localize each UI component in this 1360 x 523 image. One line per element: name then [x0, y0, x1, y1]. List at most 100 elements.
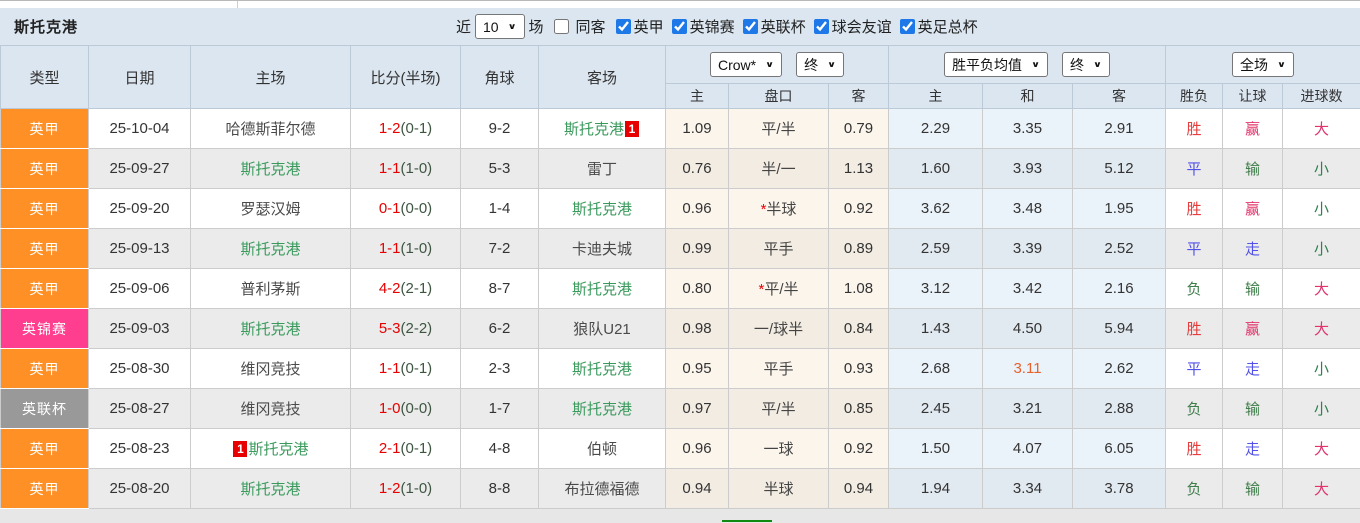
avg-type-select[interactable]: 胜平负均值 ∨: [944, 52, 1048, 77]
team-name[interactable]: 狼队U21: [573, 321, 631, 338]
same-away-label[interactable]: 同客: [576, 16, 606, 37]
team-name[interactable]: 斯托克港: [572, 201, 632, 218]
league-badge: 英甲: [1, 469, 88, 508]
team-name[interactable]: 斯托克港: [240, 241, 300, 258]
away-team-cell: 狼队U21: [538, 308, 666, 349]
table-row: 英联杯 25-08-27 维冈竞技 1-0(0-0) 1-7 斯托克港 0.97 平/半 0.8…: [0, 388, 1360, 429]
sub-header-result: 胜负: [1165, 83, 1223, 109]
odds-away-cell: 0.89: [828, 228, 889, 269]
home-team-cell: 1 斯托克港: [190, 428, 351, 469]
team-name[interactable]: 雷丁: [587, 161, 617, 178]
team-name[interactable]: 斯托克港: [564, 121, 624, 138]
league-filter-item: 英锦赛: [666, 16, 735, 37]
handicap-text: 平/半: [764, 281, 799, 298]
avg-state-select[interactable]: 终 ∨: [1062, 52, 1110, 77]
date-cell: 25-09-20: [88, 188, 191, 229]
avg-home-cell: 2.29: [888, 108, 983, 149]
league-checkbox-label[interactable]: 英甲: [634, 16, 664, 37]
result-cell: 胜: [1165, 108, 1223, 149]
team-name[interactable]: 普利茅斯: [240, 281, 300, 298]
date-cell: 25-08-27: [88, 388, 191, 429]
home-team-cell: 斯托克港: [190, 228, 351, 269]
league-type-cell: 英甲: [0, 148, 89, 189]
odds-away-cell: 1.08: [828, 268, 889, 309]
goals-result-cell: 小: [1281, 348, 1360, 389]
match-count-select[interactable]: 10 ∨: [475, 14, 525, 39]
halftime-score: (0-0): [400, 200, 433, 217]
team-name[interactable]: 维冈竞技: [240, 361, 300, 378]
red-badge-1: 1: [625, 121, 639, 137]
scope-select[interactable]: 全场 ∨: [1232, 52, 1294, 77]
league-badge: 英锦赛: [1, 309, 88, 348]
team-name[interactable]: 伯顿: [587, 441, 617, 458]
halftime-score: (1-0): [400, 160, 433, 177]
league-checkbox-label[interactable]: 英足总杯: [918, 16, 978, 37]
avg-away-cell: 5.12: [1072, 148, 1166, 189]
halftime-score: (0-1): [400, 120, 433, 137]
handicap-text: 平手: [763, 241, 794, 258]
away-team-cell: 雷丁: [538, 148, 666, 189]
away-team-cell: 斯托克港 1: [538, 108, 666, 149]
handicap-text: 平手: [763, 361, 794, 378]
team-name[interactable]: 斯托克港: [240, 481, 300, 498]
team-name[interactable]: 斯托克港: [572, 401, 632, 418]
avg-home-cell: 2.45: [888, 388, 983, 429]
result-cell: 负: [1165, 268, 1223, 309]
team-name[interactable]: 斯托克港: [572, 281, 632, 298]
team-name[interactable]: 斯托克港: [248, 441, 308, 458]
league-checkbox-1[interactable]: [615, 19, 631, 34]
league-checkbox-label[interactable]: 球会友谊: [832, 16, 892, 37]
team-name[interactable]: 斯托克港: [240, 161, 300, 178]
corners-cell: 8-8: [460, 468, 539, 509]
league-checkbox-3[interactable]: [742, 19, 758, 34]
green-underline: [722, 520, 772, 522]
odds-state-select[interactable]: 终 ∨: [796, 52, 844, 77]
league-checkbox-label[interactable]: 英锦赛: [690, 16, 735, 37]
top-strip-divider: [237, 1, 238, 8]
avg-state-value: 终: [1070, 56, 1084, 73]
table-row: 英甲 25-09-20 罗瑟汉姆 0-1(0-0) 1-4 斯托克港 0.96 *半球 0.92…: [0, 188, 1360, 229]
odds-company-select[interactable]: Crow* ∨: [710, 52, 783, 77]
handicap-cell: 一球: [728, 428, 829, 469]
league-checkbox-4[interactable]: [813, 19, 829, 34]
odds-home-cell: 0.94: [665, 468, 729, 509]
league-badge: 英甲: [1, 189, 88, 228]
table-row: 英甲 25-09-13 斯托克港 1-1(1-0) 7-2 卡迪夫城 0.99 平手 0.89 2…: [0, 228, 1360, 269]
handicap-cell: *平/半: [728, 268, 829, 309]
league-checkbox-5[interactable]: [899, 19, 915, 34]
team-name[interactable]: 哈德斯菲尔德: [225, 121, 315, 138]
league-type-cell: 英甲: [0, 228, 89, 269]
corners-cell: 6-2: [460, 308, 539, 349]
avg-away-cell: 3.78: [1072, 468, 1166, 509]
avg-draw-cell: 3.11: [982, 348, 1073, 389]
team-name[interactable]: 斯托克港: [240, 321, 300, 338]
league-checkbox-label[interactable]: 英联杯: [761, 16, 806, 37]
score-cell: 1-1(0-1): [350, 348, 461, 389]
team-name[interactable]: 卡迪夫城: [572, 241, 632, 258]
avg-draw-cell: 3.35: [982, 108, 1073, 149]
league-checkbox-2[interactable]: [671, 19, 687, 34]
same-away-checkbox[interactable]: [553, 19, 569, 34]
team-name[interactable]: 罗瑟汉姆: [240, 201, 300, 218]
avg-draw-cell: 3.93: [982, 148, 1073, 189]
matches-table: 类型 日期 主场 比分(半场) 角球 客场 Crow* ∨ 终 ∨ 胜平负均值 …: [0, 45, 1360, 509]
handicap-text: 一/球半: [753, 321, 804, 338]
home-team-cell: 哈德斯菲尔德: [190, 108, 351, 149]
avg-home-cell: 1.43: [888, 308, 983, 349]
corners-cell: 1-4: [460, 188, 539, 229]
odds-away-cell: 0.93: [828, 348, 889, 389]
away-team-cell: 布拉德福德: [538, 468, 666, 509]
filter-controls: 近 10 ∨ 场 同客 英甲 英锦赛 英联杯 球会友谊 英足总杯: [452, 8, 980, 45]
odds-away-cell: 0.85: [828, 388, 889, 429]
chevron-down-icon: ∨: [827, 60, 836, 70]
avg-away-cell: 1.95: [1072, 188, 1166, 229]
handicap-result-cell: 赢: [1222, 308, 1283, 349]
halftime-score: (2-1): [400, 280, 433, 297]
date-cell: 25-08-23: [88, 428, 191, 469]
league-type-cell: 英联杯: [0, 388, 89, 429]
avg-type-value: 胜平负均值: [952, 56, 1023, 73]
team-name[interactable]: 布拉德福德: [564, 481, 639, 498]
team-name[interactable]: 斯托克港: [572, 361, 632, 378]
team-name[interactable]: 维冈竞技: [240, 401, 300, 418]
home-team-cell: 维冈竞技: [190, 348, 351, 389]
